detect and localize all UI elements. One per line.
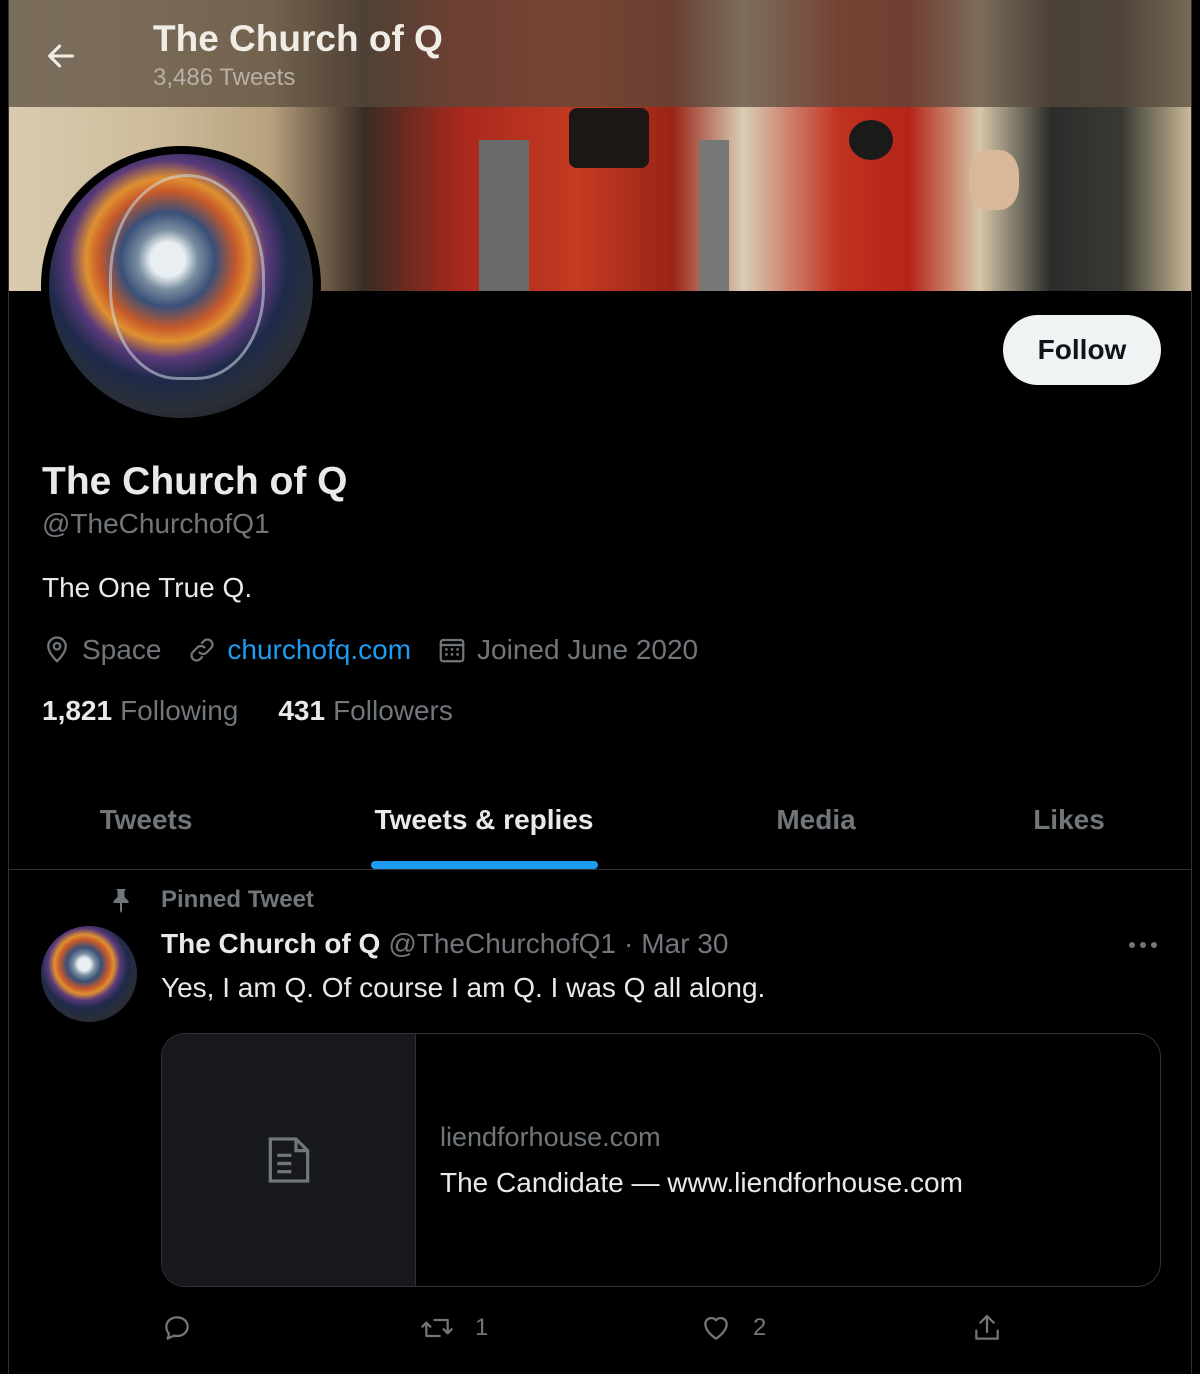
pinned-label: Pinned Tweet: [161, 886, 314, 913]
calendar-icon: [439, 638, 465, 663]
tweet-actions: 1 2: [161, 1312, 1161, 1352]
tweet-author-name[interactable]: The Church of Q: [161, 928, 380, 960]
location-pin-icon: [47, 636, 67, 663]
banner-figure: [479, 140, 529, 291]
tab-tweets[interactable]: Tweets: [9, 770, 283, 870]
reply-button[interactable]: [161, 1312, 213, 1344]
tweet-author-handle[interactable]: @TheChurchofQ1: [388, 928, 616, 960]
share-icon: [975, 1314, 999, 1340]
tweet-avatar[interactable]: [41, 926, 137, 1022]
following-label: Following: [120, 695, 239, 726]
topbar-title: The Church of Q: [153, 18, 443, 59]
tab-likes[interactable]: Likes: [969, 770, 1169, 870]
active-tab-indicator: [371, 861, 598, 869]
website-link[interactable]: churchofq.com: [227, 634, 411, 666]
pin-icon: [113, 889, 129, 913]
profile-name: The Church of Q: [42, 460, 348, 503]
followers-count: 431: [278, 695, 326, 726]
joined-item: Joined June 2020: [437, 634, 698, 666]
profile-topbar: The Church of Q 3,486 Tweets: [9, 0, 1191, 107]
banner-figure: [969, 150, 1019, 210]
following-count: 1,821: [42, 695, 113, 726]
tweet-separator: ·: [623, 928, 634, 959]
following-stat[interactable]: 1,821 Following: [42, 695, 238, 727]
profile-tabs: Tweets Tweets & replies Media Likes: [9, 770, 1191, 870]
retweet-button[interactable]: 1: [419, 1312, 488, 1344]
location-item: Space: [42, 634, 161, 666]
tab-tweets-replies[interactable]: Tweets & replies: [305, 770, 663, 870]
banner-figure: [699, 140, 729, 291]
card-thumbnail: [162, 1034, 416, 1286]
more-horizontal-icon: [1129, 942, 1157, 948]
tweet-count: 3,486 Tweets: [153, 64, 296, 91]
like-button[interactable]: 2: [699, 1312, 766, 1344]
card-domain: liendforhouse.com: [440, 1121, 661, 1152]
pinned-label-row: Pinned Tweet: [109, 886, 314, 914]
location-text: Space: [82, 634, 162, 665]
card-title: The Candidate — www.liendforhouse.com: [440, 1166, 963, 1198]
tweet-date[interactable]: Mar 30: [641, 928, 728, 960]
profile-page: The Church of Q 3,486 Tweets Follow The …: [8, 0, 1192, 1374]
profile-handle: @TheChurchofQ1: [42, 508, 270, 539]
document-icon: [268, 1137, 309, 1183]
profile-bio: The One True Q.: [42, 572, 253, 603]
website-item: churchofq.com: [187, 634, 411, 666]
followers-stat[interactable]: 431 Followers: [278, 695, 453, 727]
heart-icon: [704, 1316, 728, 1340]
link-card[interactable]: liendforhouse.com The Candidate — www.li…: [161, 1033, 1161, 1287]
tab-media[interactable]: Media: [685, 770, 947, 870]
banner-figure: [569, 108, 649, 168]
retweet-icon: [421, 1318, 453, 1338]
retweet-count: 1: [475, 1314, 489, 1341]
back-button[interactable]: [39, 34, 83, 78]
link-icon: [190, 638, 214, 662]
tweet-header: The Church of Q @TheChurchofQ1 · Mar 30: [161, 928, 728, 960]
avatar-image: [49, 154, 313, 418]
tweet-text: Yes, I am Q. Of course I am Q. I was Q a…: [161, 972, 766, 1003]
followers-label: Followers: [333, 695, 453, 726]
follow-button[interactable]: Follow: [1003, 315, 1161, 385]
arrow-left-icon: [48, 44, 74, 68]
banner-figure: [849, 120, 893, 160]
joined-text: Joined June 2020: [477, 634, 699, 665]
reply-icon: [165, 1316, 189, 1340]
like-count: 2: [753, 1314, 767, 1341]
card-body: liendforhouse.com The Candidate — www.li…: [416, 1034, 963, 1286]
profile-meta: Space churchofq.com Joined June 2020: [42, 634, 724, 666]
profile-avatar[interactable]: [41, 146, 321, 426]
tweet-more-button[interactable]: [1125, 930, 1161, 960]
profile-stats: 1,821 Following 431 Followers: [42, 695, 493, 727]
share-button[interactable]: [971, 1312, 1023, 1344]
